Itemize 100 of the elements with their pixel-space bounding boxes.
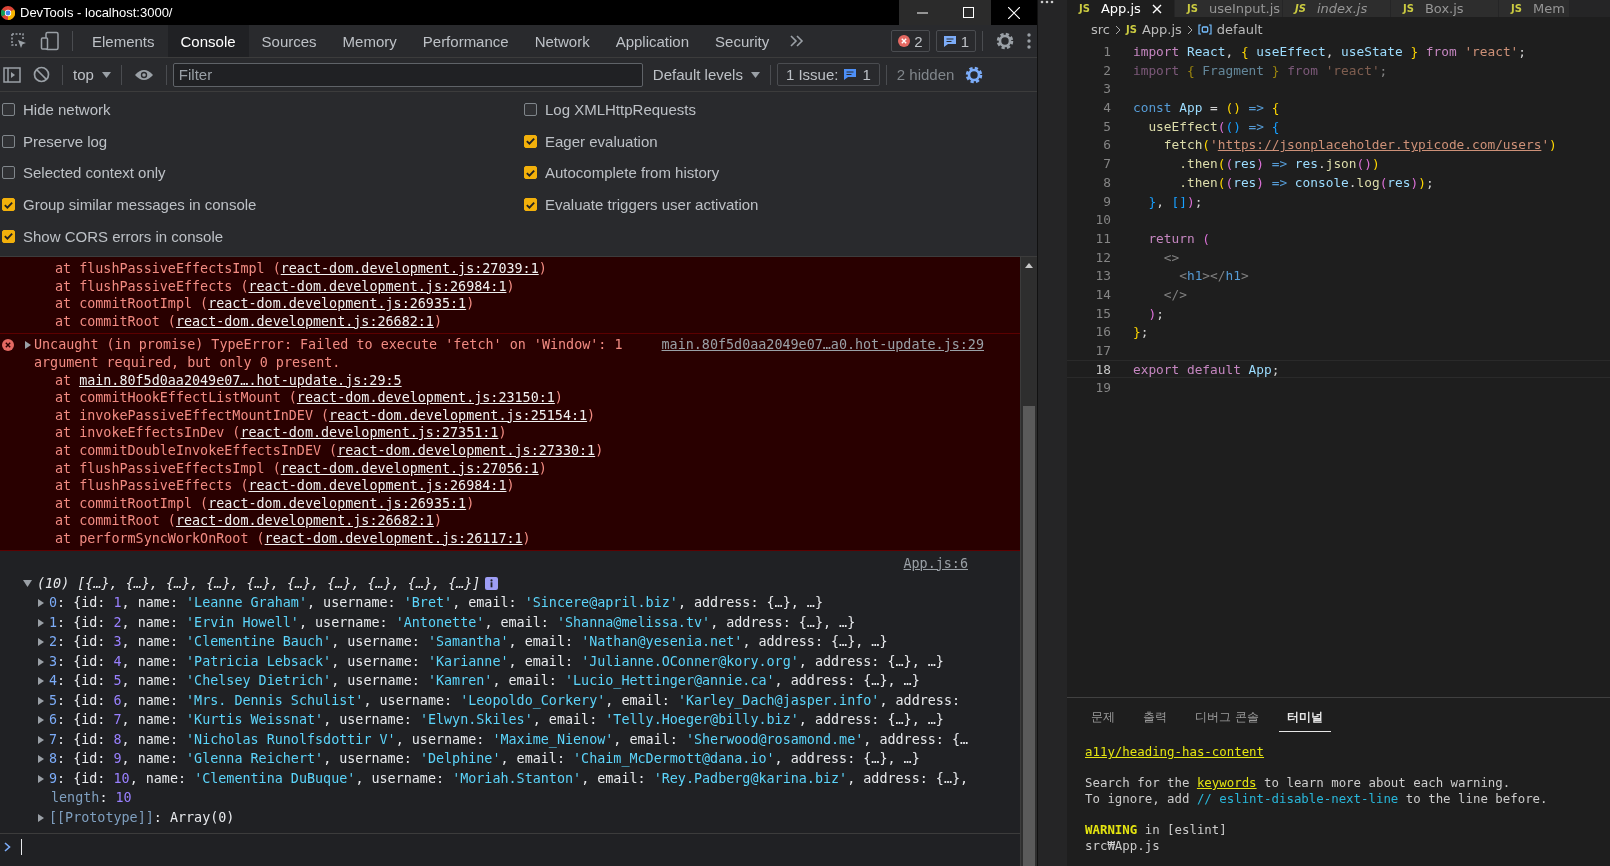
stack-frame-link[interactable]: react-dom.development.js:27039:1 (280, 260, 539, 276)
expand-arrow-icon[interactable] (38, 599, 44, 608)
object-entry: 2: {id: 3, name: 'Clementine Bauch', username: 'Samantha', email: 'Nathan@yesenia.net', address: {…}, …} (49, 633, 888, 651)
breadcrumb-item[interactable]: default (1216, 22, 1263, 37)
stack-frame: ) (498, 425, 507, 441)
more-tabs-icon[interactable] (790, 35, 805, 47)
more-actions-icon[interactable] (1040, 0, 1054, 4)
line-number: 4 (1102, 99, 1112, 116)
console-settings-icon[interactable] (964, 64, 985, 85)
expand-arrow-icon[interactable] (38, 735, 44, 744)
message-count-badge[interactable]: 1 (935, 30, 976, 52)
stack-frame-link[interactable]: react-dom.development.js:25154:1 (329, 407, 588, 423)
source-link[interactable]: main.80f5d0aa2049e07…a0.hot-update.js:29 (661, 336, 984, 354)
stack-frame-link[interactable]: main.80f5d0aa2049e07….hot-update.js:29:5 (79, 372, 402, 388)
panel-tab[interactable]: Sources (248, 25, 330, 57)
issues-button[interactable]: 1 Issue: 1 (776, 63, 880, 86)
stack-frame-link[interactable]: react-dom.development.js:26935:1 (208, 495, 467, 511)
stack-frame-link[interactable]: react-dom.development.js:26984:1 (248, 478, 507, 494)
scrollbar-thumb[interactable] (1023, 405, 1035, 866)
editor-tab[interactable]: JS App.js (1067, 0, 1175, 17)
message-icon (843, 68, 858, 81)
stack-frame: ) (506, 278, 515, 294)
code-line: ); (1147, 304, 1164, 322)
line-number: 2 (1102, 61, 1112, 79)
length-property: length: 10 (51, 789, 132, 807)
line-number: 11 (1094, 229, 1112, 247)
stack-frame: at commitHookEffectListMount ( (55, 390, 297, 406)
code-line: }, []); (1147, 192, 1203, 210)
panel-tab[interactable]: 출력 (1135, 704, 1175, 732)
code-line: </> (1162, 285, 1187, 303)
error-message: Uncaught (in promise) TypeError: Failed to execute 'fetch' on 'Window': 1 argument required, but only 0 present. (34, 336, 624, 372)
panel-tab[interactable]: Memory (329, 25, 410, 57)
panel-tab[interactable]: 문제 (1083, 704, 1123, 732)
source-link[interactable]: App.js:6 (903, 554, 968, 573)
expand-arrow-icon[interactable] (38, 677, 44, 686)
line-number: 19 (1094, 379, 1112, 397)
editor-tab[interactable]: JS index.js (1283, 0, 1391, 17)
object-entry: 7: {id: 8, name: 'Nicholas Runolfsdottir V', username: 'Maxime_Nienow', email: 'Sherwood@rosamond.me', address: {… (49, 730, 969, 749)
checkbox[interactable] (2, 134, 15, 148)
expand-arrow-icon[interactable] (38, 755, 44, 764)
clear-console-icon[interactable] (33, 66, 50, 83)
breadcrumb-item[interactable]: src (1091, 22, 1110, 37)
code-line: fetch('https://jsonplaceholder.typicode.com/users') (1162, 136, 1557, 154)
expand-arrow-icon[interactable] (38, 774, 44, 783)
close-icon[interactable] (1152, 3, 1162, 14)
checkbox[interactable] (2, 103, 15, 117)
stack-frame-link[interactable]: react-dom.development.js:23150:1 (296, 390, 555, 406)
panel-tab[interactable]: Application (602, 25, 703, 57)
panel-tab[interactable]: Network (521, 25, 603, 57)
error-count-badge[interactable]: 2 (891, 30, 930, 52)
stack-frame-link[interactable]: react-dom.development.js:26682:1 (175, 513, 434, 529)
panel-tab[interactable]: Elements (79, 25, 168, 57)
sidebar-toggle-icon[interactable] (3, 66, 21, 83)
panel-tab[interactable]: 터미널 (1278, 704, 1331, 732)
expand-arrow-icon[interactable] (38, 696, 44, 705)
checkbox[interactable] (2, 198, 15, 212)
stack-frame: at commitRootImpl ( (55, 495, 209, 511)
checkbox[interactable] (524, 134, 537, 148)
checkbox[interactable] (2, 229, 15, 243)
stack-frame: ) (433, 513, 442, 529)
panel-tab[interactable]: Console (167, 25, 249, 57)
code-line: .then((res) => res.json()) (1178, 155, 1380, 172)
filter-field[interactable]: Filter (172, 62, 643, 87)
expand-arrow-icon[interactable] (38, 813, 44, 822)
levels-dropdown[interactable]: Default levels (648, 66, 764, 83)
editor-tab[interactable]: JS Box.js (1391, 0, 1499, 17)
variable-icon (1197, 24, 1212, 35)
stack-frame-link[interactable]: react-dom.development.js:26682:1 (175, 313, 434, 329)
scroll-up-icon[interactable] (1025, 262, 1033, 268)
stack-frame-link[interactable]: react-dom.development.js:27330:1 (337, 442, 596, 458)
stack-frame-link[interactable]: react-dom.development.js:26935:1 (208, 296, 467, 312)
panel-tab[interactable]: Security (702, 25, 783, 57)
stack-frame-link[interactable]: react-dom.development.js:27056:1 (280, 460, 539, 476)
checkbox[interactable] (524, 198, 537, 212)
stack-frame-link[interactable]: react-dom.development.js:26117:1 (264, 530, 523, 546)
checkbox[interactable] (524, 103, 537, 117)
breadcrumb-item[interactable]: JS App.js (1126, 22, 1182, 37)
scrollbar[interactable] (1020, 256, 1037, 866)
line-number: 8 (1102, 173, 1112, 191)
expand-arrow-icon[interactable] (38, 638, 44, 647)
editor-tab[interactable]: JS Mem (1499, 0, 1570, 17)
device-toolbar-icon[interactable] (40, 31, 60, 51)
expand-arrow-icon[interactable] (38, 618, 44, 627)
checkbox[interactable] (524, 166, 537, 180)
expand-arrow-icon[interactable] (38, 657, 44, 666)
eye-icon[interactable] (133, 67, 154, 82)
collapse-arrow-icon[interactable] (23, 579, 32, 587)
expand-arrow-icon[interactable] (25, 341, 31, 350)
stack-frame-link[interactable]: react-dom.development.js:26984:1 (248, 278, 507, 294)
chevron-right-icon (1115, 24, 1121, 35)
checkbox[interactable] (2, 166, 15, 180)
stack-frame-link[interactable]: react-dom.development.js:27351:1 (240, 425, 499, 441)
settings-icon[interactable] (995, 31, 1015, 51)
expand-arrow-icon[interactable] (38, 716, 44, 725)
kebab-menu-icon[interactable] (1027, 33, 1031, 49)
panel-tab[interactable]: Performance (409, 25, 522, 57)
editor-tab[interactable]: JS useInput.js (1175, 0, 1283, 17)
panel-tab[interactable]: 디버그 콘솔 (1187, 704, 1267, 732)
context-dropdown[interactable]: top (69, 66, 115, 83)
inspect-icon[interactable] (10, 32, 28, 50)
